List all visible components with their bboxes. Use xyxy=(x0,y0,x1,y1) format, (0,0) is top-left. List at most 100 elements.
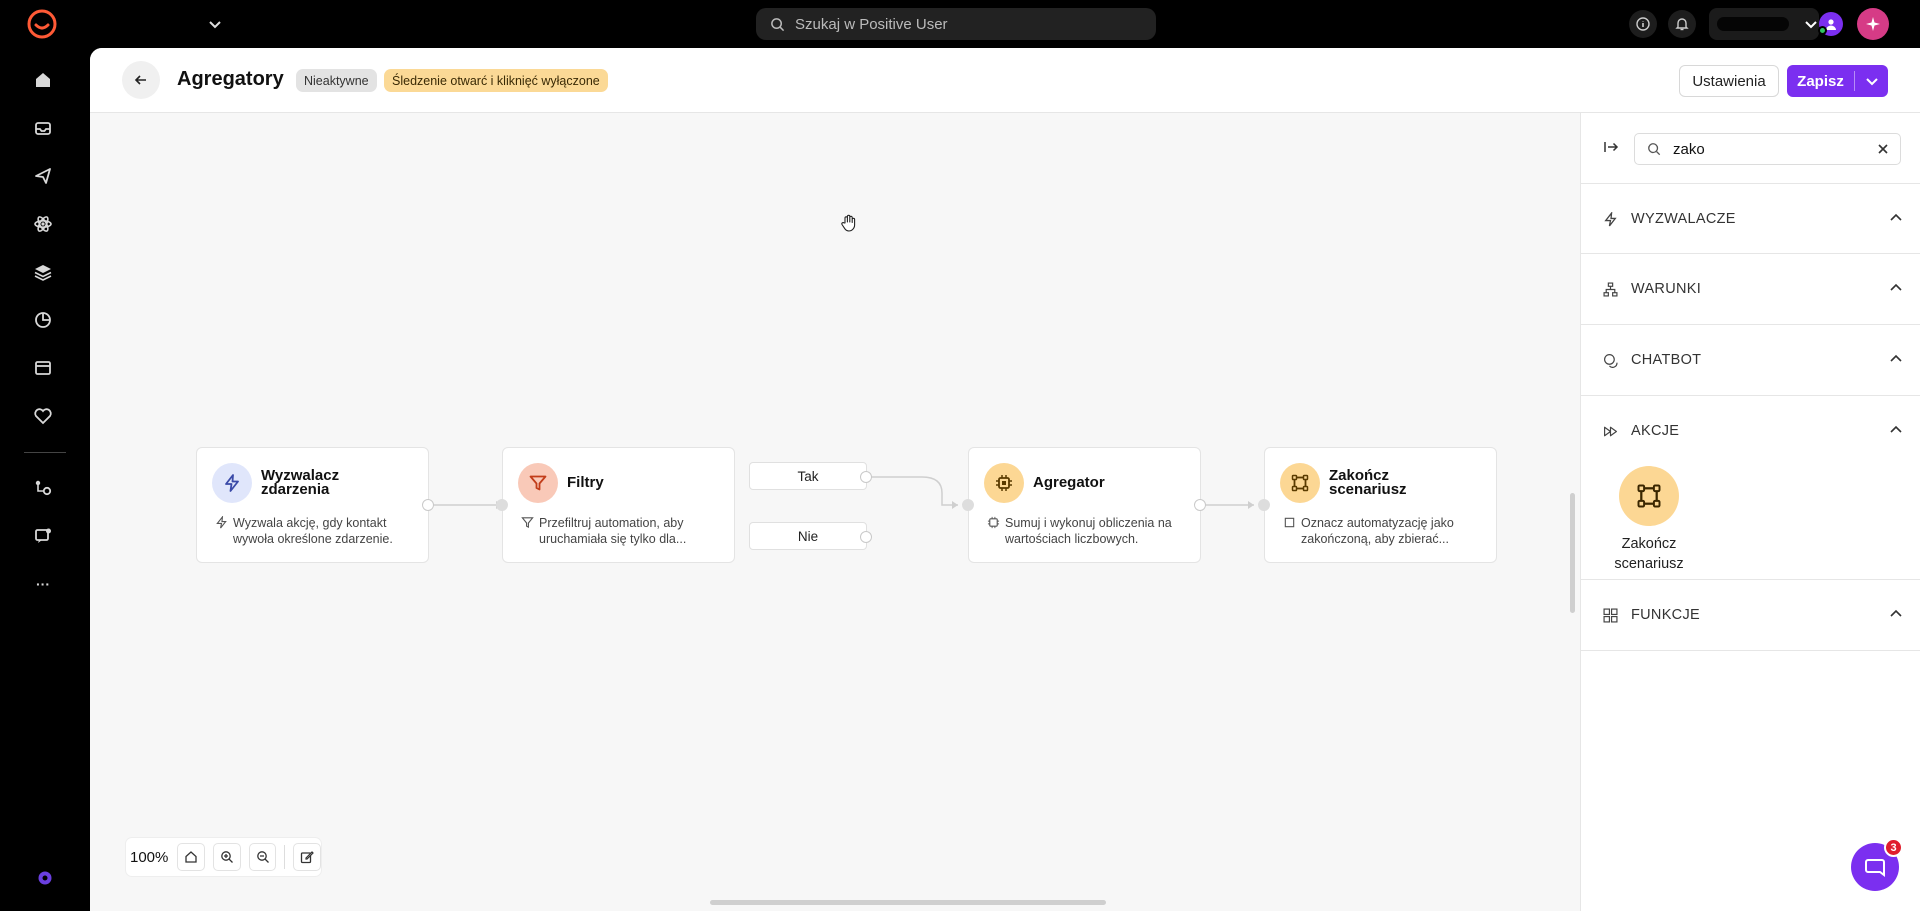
chat-icon xyxy=(1865,859,1885,877)
collapse-panel-icon[interactable] xyxy=(1603,139,1619,160)
action-label: scenariusz xyxy=(1614,556,1684,572)
message-settings-icon[interactable] xyxy=(31,524,55,548)
input-port[interactable] xyxy=(1258,499,1270,511)
send-icon[interactable] xyxy=(31,164,55,188)
node-description-text: Przefiltruj automation, aby uruchamiała … xyxy=(539,516,687,546)
chevron-up-icon[interactable] xyxy=(1889,281,1903,299)
pie-chart-icon[interactable] xyxy=(31,308,55,332)
layers-icon[interactable] xyxy=(31,260,55,284)
section-chatbot: CHATBOT xyxy=(1581,325,1920,396)
node-filters[interactable]: Filtry Przefiltruj automation, aby uruch… xyxy=(502,447,735,563)
window-icon[interactable] xyxy=(31,356,55,380)
account-switcher[interactable] xyxy=(1709,8,1819,40)
panel-search-input[interactable]: zako xyxy=(1634,133,1901,165)
inbox-icon[interactable] xyxy=(31,116,55,140)
panel-search-value: zako xyxy=(1673,140,1705,158)
chevron-up-icon[interactable] xyxy=(1889,607,1903,625)
section-header[interactable]: WARUNKI xyxy=(1603,278,1903,300)
bell-icon[interactable] xyxy=(1668,10,1696,38)
grid-icon xyxy=(1603,607,1631,623)
section-header[interactable]: WYZWALACZE xyxy=(1603,208,1903,230)
node-title: Agregator xyxy=(1033,474,1105,491)
save-button[interactable]: Zapisz xyxy=(1787,65,1888,97)
divider xyxy=(284,845,286,869)
sparkle-icon[interactable] xyxy=(1857,8,1889,40)
output-port-yes[interactable] xyxy=(860,471,872,483)
top-bar: Szukaj w Positive User xyxy=(0,0,1920,48)
funnel-icon xyxy=(518,463,558,503)
input-port[interactable] xyxy=(496,499,508,511)
chevron-up-icon[interactable] xyxy=(1889,352,1903,370)
global-search-input[interactable]: Szukaj w Positive User xyxy=(756,8,1156,40)
hand-cursor-icon xyxy=(839,213,859,238)
arrow-left-icon xyxy=(134,75,146,85)
section-title: FUNKCJE xyxy=(1631,607,1700,623)
output-port-no[interactable] xyxy=(860,531,872,543)
chat-bubbles-icon xyxy=(1603,353,1631,368)
section-title: WYZWALACZE xyxy=(1631,211,1736,227)
node-description-text: Sumuj i wykonuj obliczenia na wartościac… xyxy=(1005,516,1172,546)
workflow-canvas[interactable]: Wyzwalacz zdarzenia Wyzwala akcję, gdy k… xyxy=(90,113,1580,911)
home-icon[interactable] xyxy=(177,843,206,871)
branch-no[interactable]: Nie xyxy=(749,522,867,550)
zoom-level: 100% xyxy=(130,848,169,866)
notification-badge: 3 xyxy=(1884,838,1903,857)
hierarchy-icon xyxy=(1603,281,1631,297)
online-status-dot xyxy=(1818,26,1827,35)
bolt-icon xyxy=(212,463,252,503)
section-header[interactable]: CHATBOT xyxy=(1603,349,1903,371)
heart-tag-icon[interactable] xyxy=(31,404,55,428)
app-switcher-icon[interactable] xyxy=(38,871,52,885)
settings-button[interactable]: Ustawienia xyxy=(1679,65,1779,97)
output-port[interactable] xyxy=(1194,499,1206,511)
save-button-label: Zapisz xyxy=(1797,72,1844,90)
chevron-down-icon[interactable] xyxy=(1855,74,1888,88)
chevron-down-icon xyxy=(1805,21,1817,29)
input-port[interactable] xyxy=(962,499,974,511)
output-port[interactable] xyxy=(422,499,434,511)
account-name xyxy=(1717,17,1789,31)
vertical-scrollbar[interactable] xyxy=(1570,493,1575,613)
section-header[interactable]: AKCJE xyxy=(1603,420,1903,442)
bolt-icon xyxy=(215,515,233,547)
bolt-icon xyxy=(1603,211,1631,227)
info-icon[interactable] xyxy=(1629,10,1657,38)
node-title: zdarzenia xyxy=(261,481,330,498)
section-triggers: WYZWALACZE xyxy=(1581,183,1920,254)
node-aggregator[interactable]: Agregator Sumuj i wykonuj obliczenia na … xyxy=(968,447,1201,563)
action-label: Zakończ xyxy=(1621,536,1677,552)
section-title: WARUNKI xyxy=(1631,281,1702,297)
home-icon[interactable] xyxy=(31,68,55,92)
horizontal-scrollbar[interactable] xyxy=(710,900,1106,905)
frame-icon xyxy=(1283,515,1301,547)
frame-icon xyxy=(1280,463,1320,503)
section-title: CHATBOT xyxy=(1631,352,1702,368)
chevron-up-icon[interactable] xyxy=(1889,423,1903,441)
flow-icon[interactable] xyxy=(31,476,55,500)
main-panel: Agregatory Nieaktywne Śledzenie otwarć i… xyxy=(90,48,1920,911)
zoom-controls: 100% xyxy=(126,838,321,876)
chevron-down-icon[interactable] xyxy=(206,15,224,33)
atom-icon[interactable] xyxy=(31,212,55,236)
chevron-up-icon[interactable] xyxy=(1889,211,1903,229)
zoom-in-icon[interactable] xyxy=(213,843,241,871)
section-header[interactable]: FUNKCJE xyxy=(1603,604,1903,626)
back-button[interactable] xyxy=(122,61,160,99)
search-icon xyxy=(1648,143,1661,156)
node-event-trigger[interactable]: Wyzwalacz zdarzenia Wyzwala akcję, gdy k… xyxy=(196,447,429,563)
node-description: Wyzwala akcję, gdy kontakt wywoła określ… xyxy=(215,515,420,547)
action-end-scenario[interactable]: Zakończ scenariusz xyxy=(1609,466,1689,574)
node-end-scenario[interactable]: Zakończ scenariusz Oznacz automatyzację … xyxy=(1264,447,1497,563)
more-icon[interactable]: ··· xyxy=(31,572,55,596)
status-badge: Nieaktywne xyxy=(296,69,377,92)
logo-icon[interactable] xyxy=(26,8,58,40)
node-title: Filtry xyxy=(567,474,604,491)
left-sidebar: ··· xyxy=(0,48,90,911)
close-icon[interactable] xyxy=(1876,142,1890,160)
cpu-icon xyxy=(984,463,1024,503)
edit-icon[interactable] xyxy=(293,843,321,871)
section-conditions: WARUNKI xyxy=(1581,254,1920,325)
zoom-out-icon[interactable] xyxy=(248,843,277,871)
branch-yes[interactable]: Tak xyxy=(749,462,867,490)
search-icon xyxy=(771,17,785,31)
